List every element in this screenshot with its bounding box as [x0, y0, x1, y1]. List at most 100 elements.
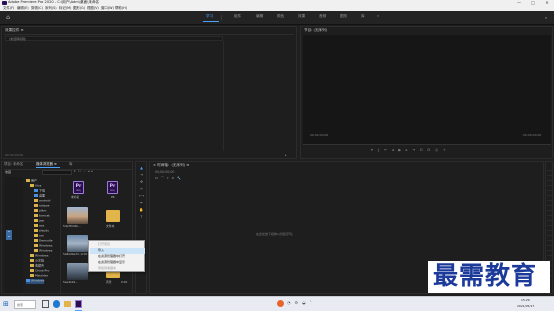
tab-project[interactable]: 项目: 未命名	[4, 162, 23, 166]
media-item-duration: 0.00	[121, 280, 128, 284]
program-monitor-title[interactable]: 节目: (无序列)	[304, 28, 327, 33]
media-item-caption: 文件夹	[106, 224, 115, 228]
menu-clip[interactable]: 剪辑(C)	[31, 6, 43, 10]
selection-tool-icon[interactable]: ▲	[139, 166, 144, 170]
effect-controls-panel: 效果控件 ≡ (未选择剪辑) 00:00:00:00 ▸	[1, 26, 297, 159]
menu-file[interactable]: 文件(F)	[3, 6, 14, 10]
workspace-tab-learn[interactable]: 学习	[206, 14, 213, 19]
windows-start-icon[interactable]: ⊞	[3, 300, 11, 308]
ripple-edit-tool-icon[interactable]: ✥	[139, 180, 144, 184]
media-item-caption: 5de3f9d4b...	[63, 224, 81, 228]
task-view-icon[interactable]	[42, 300, 49, 308]
panel-menu-icon[interactable]: ▸	[285, 154, 287, 157]
workspaces-more-button[interactable]: »	[377, 14, 379, 19]
taskbar: ⊞ 搜索 ◔⚙◒˄ 15:29 2021/05/17	[0, 296, 554, 311]
folder-icon[interactable]	[106, 210, 120, 222]
media-browser-toolbar: ▾☐⋯◂▸	[74, 170, 129, 175]
workspace-tab-graphics[interactable]: 图形	[340, 14, 347, 19]
program-timecode-current[interactable]: 00;00;00;00	[310, 134, 328, 137]
clock-date[interactable]: 2021/05/17	[517, 305, 534, 308]
workspace-tab-effects[interactable]: 效果	[298, 14, 305, 19]
track-select-tool-icon[interactable]: ⇥	[139, 173, 144, 177]
program-monitor-panel: 节目: (无序列) 00;00;00;00 00;00;00;00 ▾{⇤◂▶▸…	[300, 26, 553, 159]
premiere-pro-window: Adobe Premiere Pro 2020 - C:\用户\Adm\桌面\未…	[0, 0, 554, 311]
tray-chevron-icon[interactable]: ˄	[310, 300, 316, 305]
forward-icon[interactable]: ▸	[92, 169, 96, 173]
input-method-icon[interactable]	[277, 300, 284, 307]
expand-arrow-icon[interactable]: ⌃ ⌃	[6, 230, 12, 240]
menu-help[interactable]: 帮助(H)	[115, 6, 127, 10]
premiere-project-icon[interactable]: Pr PROJ	[73, 181, 84, 194]
type-tool-icon[interactable]: T	[139, 215, 144, 219]
media-item-caption: 5ae4bb2...	[63, 280, 78, 284]
menu-view[interactable]: 视图(V)	[87, 6, 99, 10]
pen-tool-icon[interactable]: ✒	[139, 201, 144, 205]
play-icon[interactable]: ▶	[398, 148, 405, 152]
effect-controls-timecode: 00:00:00:00	[5, 153, 24, 157]
program-monitor-viewport[interactable]	[303, 35, 551, 145]
edge-icon[interactable]	[53, 300, 60, 308]
go-to-out-icon[interactable]: ⇥	[412, 148, 420, 152]
tab-divider	[221, 15, 222, 20]
menu-sequence[interactable]: 序列(S)	[45, 6, 57, 10]
wrench-icon[interactable]: 🔧	[177, 176, 184, 180]
watermark-logo: 最需教育	[428, 261, 550, 293]
tray-icons: ◔⚙◒˄	[287, 301, 347, 307]
razor-tool-icon[interactable]: ✂	[139, 187, 144, 191]
media-item-duration: 0.00	[81, 252, 88, 256]
tab-media-browser[interactable]: 媒体浏览器 ≡	[36, 162, 57, 166]
timeline-timecode[interactable]: 00;00;00;00	[155, 170, 174, 174]
image-thumbnail[interactable]	[67, 235, 88, 252]
workspace-tab-editing[interactable]: 编辑	[256, 14, 263, 19]
window-title: Adobe Premiere Pro 2020 - C:\用户\Adm\桌面\未…	[8, 0, 100, 4]
timeline-toolbar: ⋈⌒▾⚙🔧	[155, 177, 205, 181]
export-frame-icon[interactable]: ◎	[435, 148, 443, 152]
image-thumbnail[interactable]	[67, 263, 88, 280]
app-icon	[1, 0, 7, 6]
timeline-title[interactable]: × 时间轴：(无序列) ≡	[153, 163, 189, 168]
context-add-to-favorites[interactable]: 添加到收藏夹	[90, 266, 145, 272]
workspace-tab-libraries[interactable]: 库	[361, 14, 365, 19]
workspace-tab-assembly[interactable]: 组件	[234, 14, 241, 19]
home-icon[interactable]: ⌂	[4, 14, 12, 22]
watermark-text: 最需教育	[433, 261, 538, 290]
media-grid: Pr PROJ 未命名 Pr PROJ PR 5de3f9d4b... 文件夹 5a…	[60, 177, 130, 293]
tray-app-icon[interactable]: ◔	[287, 300, 295, 305]
slip-tool-icon[interactable]: ⟷	[139, 194, 144, 198]
menu-window[interactable]: 窗口(W)	[101, 6, 114, 10]
go-to-in-icon[interactable]: ⇤	[384, 148, 392, 152]
media-item-caption: PR	[111, 195, 115, 199]
button-editor-icon[interactable]: +	[443, 148, 451, 152]
premiere-taskbar-icon[interactable]	[75, 300, 82, 308]
extract-icon[interactable]: ⊟	[427, 148, 435, 152]
no-clip-selected-label: (未选择剪辑)	[9, 36, 27, 41]
program-playhead-bar[interactable]	[303, 144, 551, 145]
taskbar-search-input[interactable]: 搜索	[14, 300, 36, 309]
clock-time[interactable]: 15:29	[521, 299, 530, 302]
search-icon[interactable]: ⌕	[545, 14, 551, 21]
tree-item-selected[interactable]: Windows	[26, 279, 45, 284]
hand-tool-icon[interactable]: ✋	[139, 208, 144, 212]
media-item-caption: 风景	[106, 280, 112, 284]
workspace-bar: ⌂ 学习 组件 编辑 颜色 效果 音频 图形 库 » ⌕	[0, 11, 554, 25]
menu-edit[interactable]: 编辑(E)	[17, 6, 29, 10]
workspace-tab-audio[interactable]: 音频	[319, 14, 326, 19]
file-explorer-icon[interactable]	[64, 301, 71, 307]
panel-divider	[4, 34, 294, 35]
playback-controls: ▾{⇤◂▶▸⇥⊡⊟◎+	[371, 148, 501, 155]
media-search-input[interactable]	[42, 170, 72, 175]
menu-graphics[interactable]: 图形(G)	[73, 6, 85, 10]
timeline-empty-hint: 在此处放下媒体以创建序列。	[256, 232, 296, 236]
program-timecode-duration: 00;00;00;00	[523, 133, 542, 137]
media-item-caption: 未命名	[71, 195, 80, 199]
tab-libraries[interactable]: 库	[69, 162, 72, 166]
image-thumbnail[interactable]	[67, 207, 88, 224]
menu-marker[interactable]: 标记(M)	[59, 6, 71, 10]
workspace-tab-color[interactable]: 颜色	[277, 14, 284, 19]
effect-controls-header: (未选择剪辑)	[5, 36, 223, 41]
effect-controls-splitter[interactable]	[223, 41, 224, 151]
effect-controls-title[interactable]: 效果控件 ≡	[5, 28, 24, 33]
premiere-project-icon[interactable]: Pr PROJ	[107, 181, 118, 194]
tray-network-icon[interactable]: ◒	[302, 300, 310, 305]
tray-settings-icon[interactable]: ⚙	[295, 300, 303, 305]
